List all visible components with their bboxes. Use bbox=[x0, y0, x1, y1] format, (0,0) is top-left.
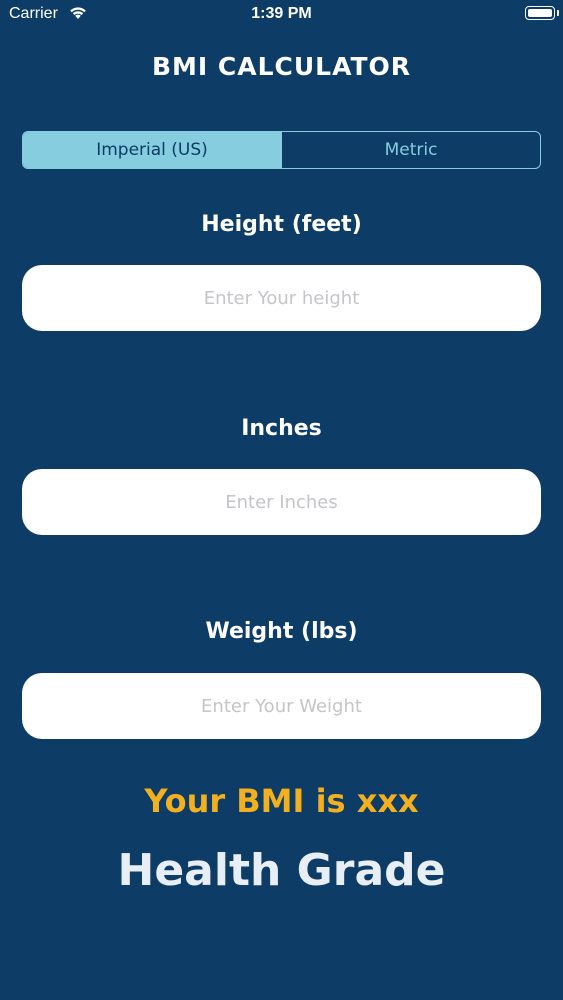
weight-input[interactable] bbox=[22, 673, 541, 739]
bmi-result: Your BMI is xxx bbox=[144, 782, 419, 820]
metric-segment[interactable]: Metric bbox=[281, 132, 540, 168]
battery-cap bbox=[557, 10, 559, 16]
inches-label: Inches bbox=[241, 416, 322, 441]
unit-selector: Imperial (US) Metric bbox=[22, 131, 541, 169]
app-title: BMI CALCULATOR bbox=[151, 52, 412, 81]
inches-input[interactable] bbox=[22, 469, 541, 535]
height-label: Height (feet) bbox=[201, 212, 362, 237]
status-time: 1:39 PM bbox=[251, 5, 312, 22]
imperial-segment[interactable]: Imperial (US) bbox=[23, 132, 281, 168]
health-grade: Health Grade bbox=[117, 845, 446, 896]
height-input[interactable] bbox=[22, 265, 541, 331]
status-bar: Carrier 1:39 PM bbox=[0, 0, 563, 30]
battery-icon bbox=[525, 6, 555, 20]
weight-label: Weight (lbs) bbox=[205, 619, 358, 644]
